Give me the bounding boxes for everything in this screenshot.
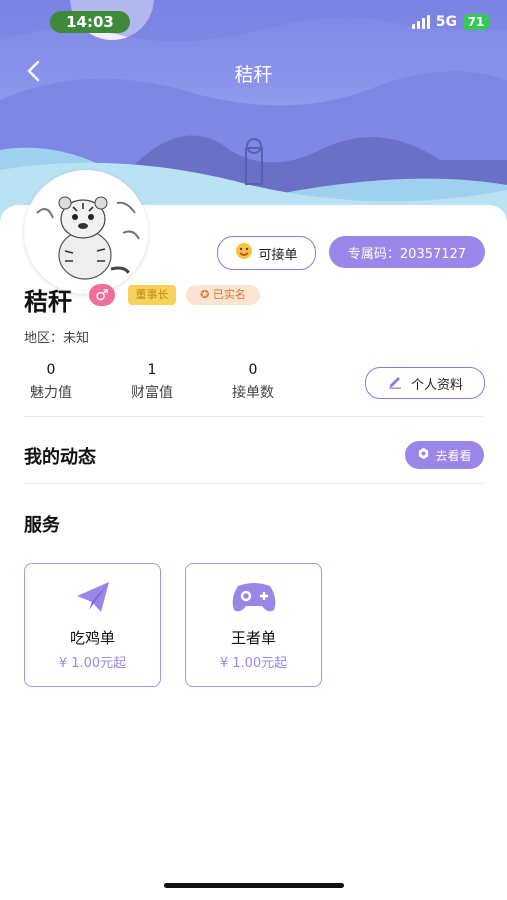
service-name: 王者单 [230, 629, 276, 647]
user-name: 秸秆 [24, 288, 72, 316]
service-name: 吃鸡单 [69, 629, 115, 647]
view-dynamics-button[interactable]: 去看看 [405, 441, 484, 469]
male-gender-icon: ♂ [89, 284, 115, 306]
chairman-badge: 董事长 [128, 285, 176, 305]
avatar[interactable] [24, 170, 148, 294]
stat-charm: 0 魅力值 [21, 362, 81, 402]
edit-pen-icon [387, 373, 403, 393]
personal-info-label: 个人资料 [410, 377, 463, 393]
paper-plane-icon [25, 578, 160, 616]
smile-emoji-icon [235, 242, 253, 264]
tiger-avatar-image [27, 173, 145, 291]
exclusive-code-button[interactable]: 专属码：20357127 [329, 236, 485, 268]
personal-info-button[interactable]: 个人资料 [365, 367, 485, 399]
service-card-honor-of-kings[interactable]: 王者单 ¥ 1.00元起 [185, 563, 322, 687]
view-dynamics-label: 去看看 [435, 448, 472, 463]
service-price: ¥ 1.00元起 [219, 656, 288, 671]
verified-shield-icon: ✪ [200, 288, 210, 301]
signal-icon [411, 15, 430, 29]
stat-orders: 0 接单数 [223, 362, 283, 402]
stat-value: 1 [147, 362, 157, 378]
accept-order-label: 可接单 [258, 247, 298, 263]
divider [24, 416, 483, 417]
accept-order-button[interactable]: 可接单 [217, 236, 316, 270]
verified-badge: ✪ 已实名 [186, 285, 260, 305]
services-title: 服务 [24, 515, 60, 536]
battery-icon: 71 [463, 14, 489, 30]
verified-label: 已实名 [212, 288, 246, 301]
service-card-pubg[interactable]: 吃鸡单 ¥ 1.00元起 [24, 563, 161, 687]
stat-value: 0 [248, 362, 258, 378]
network-type: 5G [435, 14, 457, 30]
stat-label: 财富值 [131, 385, 173, 401]
region-text: 地区：未知 [24, 331, 90, 346]
stat-wealth: 1 财富值 [122, 362, 182, 402]
stat-label: 魅力值 [30, 385, 72, 401]
page-title: 秸秆 [234, 64, 273, 86]
gamepad-icon [186, 578, 321, 616]
stat-label: 接单数 [232, 385, 274, 401]
hexagon-icon [417, 447, 430, 463]
dynamics-title: 我的动态 [24, 447, 96, 468]
status-indicators: 5G 71 [411, 14, 489, 30]
service-price: ¥ 1.00元起 [58, 656, 127, 671]
stat-value: 0 [46, 362, 56, 378]
home-indicator[interactable] [164, 883, 344, 888]
profile-card [0, 205, 507, 900]
divider [24, 483, 483, 484]
status-time: 14:03 [50, 11, 130, 33]
